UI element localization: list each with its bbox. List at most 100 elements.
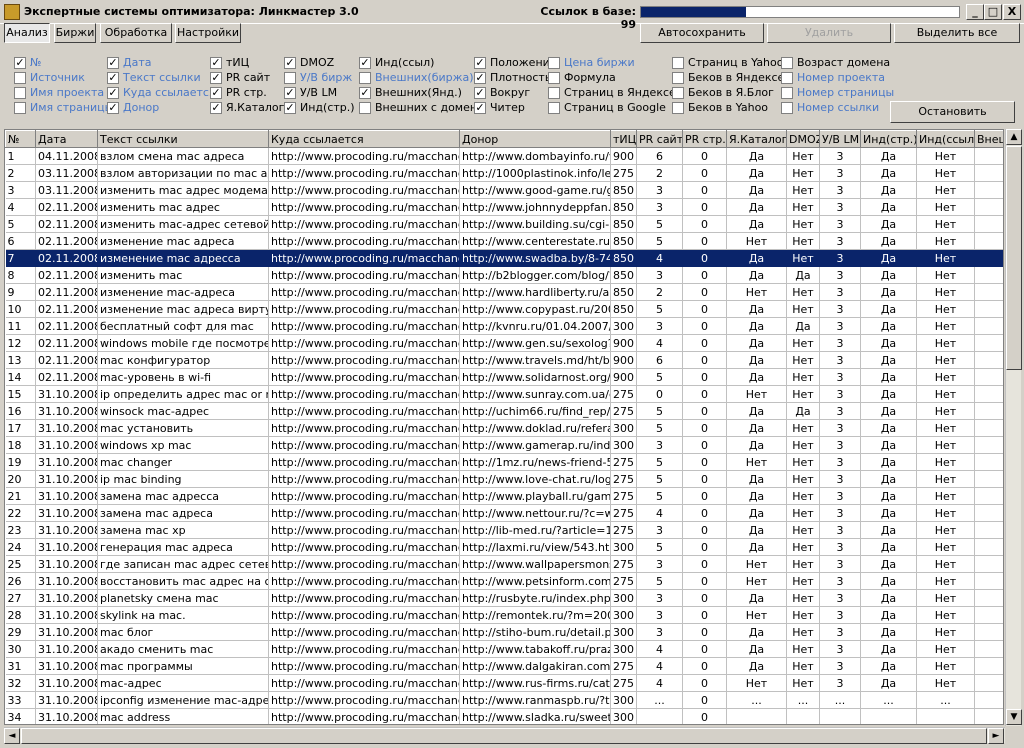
checkbox-box[interactable]: ✓ (284, 87, 296, 99)
column-header[interactable]: DMOZ (786, 130, 820, 148)
table-row[interactable]: 7 02.11.2008 изменение mac адресса http://w… (5, 249, 1003, 267)
column-header[interactable]: Внеш (974, 130, 1003, 148)
checkbox-box[interactable] (781, 72, 793, 84)
horizontal-scroll-thumb[interactable] (21, 728, 987, 744)
checkbox-box[interactable] (781, 102, 793, 114)
checkbox-box[interactable]: ✓ (284, 57, 296, 69)
checkbox-box[interactable] (359, 102, 371, 114)
autosave-button[interactable]: Автосохранить (640, 23, 764, 43)
table-row[interactable]: 203.11.2008взлом авторизации по mac адре… (5, 164, 1003, 182)
stop-button[interactable]: Остановить (890, 101, 1015, 123)
table-row[interactable]: 11 02.11.2008 бесплатный софт для mac http:… (5, 317, 1003, 335)
table-row[interactable]: 1002.11.2008изменение mac адреса виртуал… (5, 300, 1003, 318)
checkbox-box[interactable] (548, 102, 560, 114)
table-row[interactable]: 4 02.11.2008 изменить mac адрес http://www.… (5, 198, 1003, 216)
table-row[interactable]: 17 31.10.2008 mac установить http://www.pro… (5, 419, 1003, 437)
checkbox-box[interactable] (781, 57, 793, 69)
checkbox-box[interactable]: ✓ (210, 102, 222, 114)
table-row[interactable]: 28 31.10.2008 skylink на mac. http://www.pr… (5, 606, 1003, 624)
table-row[interactable]: 3 03.11.2008 изменить mac адрес модема http… (5, 181, 1003, 199)
table-row[interactable]: 1202.11.2008windows mobile где посмотрет… (5, 334, 1003, 352)
table-row[interactable]: 3331.10.2008ipconfig изменение mac-адрес… (5, 691, 1003, 709)
table-row[interactable]: 6 02.11.2008 изменение mac адреса http://ww… (5, 232, 1003, 250)
column-header[interactable]: Инд(стр.) (860, 130, 917, 148)
column-header[interactable]: PR стр. (682, 130, 727, 148)
table-row[interactable]: 502.11.2008изменить mac-адрес сетевой ка… (5, 215, 1003, 233)
tab-processing[interactable]: Обработка (100, 23, 172, 43)
column-header[interactable]: Инд(ссыл) (916, 130, 975, 148)
vertical-scroll-thumb[interactable] (1006, 146, 1022, 370)
column-header[interactable]: PR сайт (636, 130, 683, 148)
column-header[interactable]: У/В LM (819, 130, 861, 148)
table-row[interactable]: 9 02.11.2008 изменение mac-адреса http://ww… (5, 283, 1003, 301)
tab-analysis[interactable]: Анализ (4, 23, 50, 43)
checkbox-box[interactable] (781, 87, 793, 99)
horizontal-scrollbar[interactable]: ◄ ► (4, 727, 1005, 744)
minimize-button[interactable]: _ (966, 4, 984, 20)
checkbox-box[interactable] (672, 57, 684, 69)
checkbox-box[interactable]: ✓ (359, 57, 371, 69)
checkbox-box[interactable] (359, 72, 371, 84)
tab-exchanges[interactable]: Биржи (54, 23, 96, 43)
column-header[interactable]: Я.Каталог (726, 130, 787, 148)
checkbox-box[interactable]: ✓ (107, 87, 119, 99)
table-row[interactable]: 30 31.10.2008 акадо сменить mac http://www.… (5, 640, 1003, 658)
checkbox-box[interactable]: ✓ (14, 57, 26, 69)
table-row[interactable]: 13 02.11.2008 mac конфигуратор http://www.p… (5, 351, 1003, 369)
table-row[interactable]: 23 31.10.2008 замена mac xp http://www.proc… (5, 521, 1003, 539)
table-row[interactable]: 16 31.10.2008 winsock mac-адрес http://www.… (5, 402, 1003, 420)
table-row[interactable]: 8 02.11.2008 изменить mac http://www.procod… (5, 266, 1003, 284)
checkbox-box[interactable]: ✓ (284, 102, 296, 114)
column-header[interactable]: Дата (35, 130, 98, 148)
checkbox-box[interactable] (14, 102, 26, 114)
column-header[interactable]: Текст ссылки (97, 130, 269, 148)
table-row[interactable]: 20 31.10.2008 ip mac binding http://www.pro… (5, 470, 1003, 488)
table-row[interactable]: 34 31.10.2008 mac address http://www.procod… (5, 708, 1003, 724)
table-row[interactable]: 24 31.10.2008 генерация mac адреса http://w… (5, 538, 1003, 556)
checkbox-box[interactable]: ✓ (474, 102, 486, 114)
checkbox-box[interactable]: ✓ (474, 57, 486, 69)
checkbox-box[interactable] (284, 72, 296, 84)
scroll-down-icon[interactable]: ▼ (1006, 709, 1022, 725)
checkbox-box[interactable]: ✓ (107, 72, 119, 84)
checkbox-box[interactable]: ✓ (210, 57, 222, 69)
checkbox-box[interactable] (14, 72, 26, 84)
column-header[interactable]: Донор (459, 130, 611, 148)
close-button[interactable]: X (1003, 4, 1021, 20)
table-row[interactable]: 21 31.10.2008 замена mac адресса http://www… (5, 487, 1003, 505)
table-row[interactable]: 14 02.11.2008 mac-уровень в wi-fi http://ww… (5, 368, 1003, 386)
select-all-button[interactable]: Выделить все (894, 23, 1020, 43)
delete-button[interactable]: Удалить (767, 23, 891, 43)
checkbox-box[interactable] (548, 72, 560, 84)
checkbox-box[interactable] (672, 102, 684, 114)
table-row[interactable]: 18 31.10.2008 windows xp mac http://www.pro… (5, 436, 1003, 454)
table-row[interactable]: 1 04.11.2008 взлом смена mac адреса http://… (5, 147, 1003, 165)
checkbox-box[interactable] (548, 57, 560, 69)
checkbox-box[interactable]: ✓ (359, 87, 371, 99)
table-row[interactable]: 1531.10.2008ip определить адрес mac or m… (5, 385, 1003, 403)
maximize-button[interactable]: □ (984, 4, 1002, 20)
table-row[interactable]: 27 31.10.2008 planetsky смена mac http://ww… (5, 589, 1003, 607)
checkbox-box[interactable]: ✓ (107, 57, 119, 69)
checkbox-box[interactable] (672, 87, 684, 99)
checkbox-box[interactable]: ✓ (210, 72, 222, 84)
scroll-left-icon[interactable]: ◄ (4, 728, 20, 744)
checkbox-box[interactable] (672, 72, 684, 84)
column-header[interactable]: № (5, 130, 36, 148)
tab-settings[interactable]: Настройки (175, 23, 241, 43)
table-row[interactable]: 2531.10.2008где записан mac адрес сетево… (5, 555, 1003, 573)
checkbox-box[interactable]: ✓ (474, 87, 486, 99)
checkbox-box[interactable] (548, 87, 560, 99)
checkbox-box[interactable]: ✓ (107, 102, 119, 114)
column-header[interactable]: Куда ссылается (268, 130, 460, 148)
checkbox-box[interactable]: ✓ (474, 72, 486, 84)
vertical-scrollbar[interactable]: ▲ ▼ (1005, 129, 1022, 726)
table-row[interactable]: 2631.10.2008восстановить mac адрес на се… (5, 572, 1003, 590)
checkbox-box[interactable] (14, 87, 26, 99)
table-row[interactable]: 32 31.10.2008 mac-адрес http://www.procodin… (5, 674, 1003, 692)
scroll-up-icon[interactable]: ▲ (1006, 129, 1022, 145)
table-row[interactable]: 29 31.10.2008 mac блог http://www.procoding… (5, 623, 1003, 641)
column-header[interactable]: тИЦ (610, 130, 637, 148)
scroll-right-icon[interactable]: ► (988, 728, 1004, 744)
checkbox-box[interactable]: ✓ (210, 87, 222, 99)
